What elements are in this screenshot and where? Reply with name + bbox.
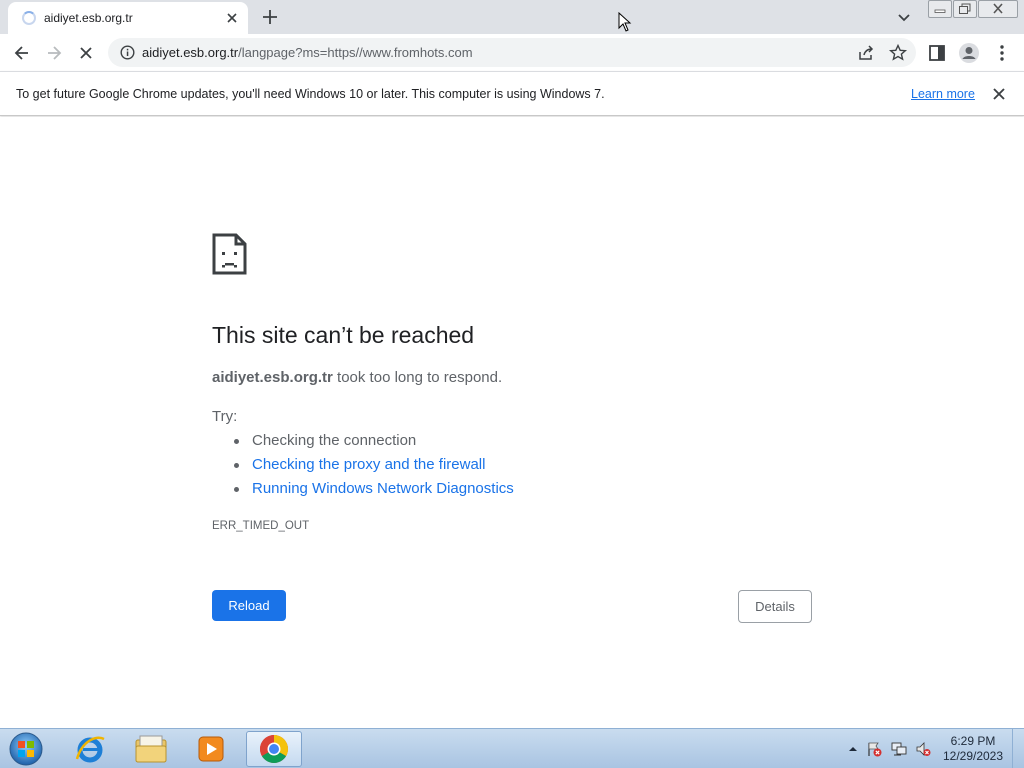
chrome-icon bbox=[260, 735, 288, 763]
windows-taskbar: 6:29 PM 12/29/2023 bbox=[0, 728, 1024, 768]
new-tab-button[interactable] bbox=[258, 5, 282, 29]
url-host: aidiyet.esb.org.tr bbox=[142, 45, 239, 60]
show-desktop-button[interactable] bbox=[1012, 729, 1024, 768]
clock-time: 6:29 PM bbox=[950, 734, 996, 748]
network-icon[interactable] bbox=[891, 741, 907, 757]
media-player-icon bbox=[198, 736, 224, 762]
clock-date: 12/29/2023 bbox=[942, 749, 1004, 763]
bookmark-star-icon[interactable] bbox=[888, 43, 908, 63]
error-description-text: took too long to respond. bbox=[332, 369, 503, 386]
side-panel-icon[interactable] bbox=[926, 42, 948, 64]
error-page: This site can’t be reached aidiyet.esb.o… bbox=[0, 117, 1024, 728]
windows-logo-icon bbox=[9, 732, 43, 766]
system-clock[interactable]: 6:29 PM 12/29/2023 bbox=[938, 734, 1008, 764]
sad-page-icon bbox=[212, 233, 248, 280]
restore-button[interactable] bbox=[953, 0, 977, 18]
taskbar-media-player[interactable] bbox=[183, 731, 239, 767]
error-host: aidiyet.esb.org.tr bbox=[212, 369, 333, 386]
action-center-flag-icon[interactable] bbox=[866, 741, 882, 757]
tab-title: aidiyet.esb.org.tr bbox=[44, 11, 133, 25]
details-button[interactable]: Details bbox=[738, 590, 812, 623]
error-code: ERR_TIMED_OUT bbox=[212, 520, 310, 532]
url-path: /langpage?ms=https//www.fromhots.com bbox=[238, 45, 473, 60]
taskbar-chrome[interactable] bbox=[246, 731, 302, 767]
tab-close-icon[interactable] bbox=[222, 8, 242, 28]
volume-muted-icon[interactable] bbox=[915, 741, 931, 757]
forward-arrow-icon bbox=[48, 46, 62, 60]
learn-more-link[interactable]: Learn more bbox=[911, 87, 975, 101]
tab-search-chevron-down-icon[interactable] bbox=[893, 6, 915, 28]
try-label: Try: bbox=[212, 408, 238, 425]
show-hidden-icons-icon[interactable] bbox=[845, 741, 861, 757]
url-text[interactable]: aidiyet.esb.org.tr/langpage?ms=https//ww… bbox=[142, 45, 473, 60]
suggestion-check-connection: Checking the connection bbox=[232, 432, 514, 456]
browser-toolbar: aidiyet.esb.org.tr/langpage?ms=https//ww… bbox=[0, 34, 1024, 71]
forward-button[interactable] bbox=[41, 40, 67, 66]
back-arrow-icon bbox=[14, 46, 28, 60]
address-bar[interactable]: aidiyet.esb.org.tr/langpage?ms=https//ww… bbox=[108, 38, 916, 67]
internet-explorer-icon bbox=[75, 736, 105, 763]
suggestion-check-proxy-link[interactable]: Checking the proxy and the firewall bbox=[232, 456, 514, 480]
suggestion-network-diagnostics-link[interactable]: Running Windows Network Diagnostics bbox=[232, 480, 514, 504]
update-infobar: To get future Google Chrome updates, you… bbox=[0, 71, 1024, 116]
site-info-icon[interactable] bbox=[120, 45, 135, 60]
reload-button[interactable]: Reload bbox=[212, 590, 286, 621]
browser-tab[interactable]: aidiyet.esb.org.tr bbox=[8, 2, 248, 34]
stop-loading-button[interactable] bbox=[73, 40, 99, 66]
minimize-button[interactable] bbox=[928, 0, 952, 18]
menu-kebab-icon[interactable] bbox=[991, 42, 1013, 64]
infobar-close-icon[interactable] bbox=[990, 85, 1008, 103]
folder-icon bbox=[135, 735, 167, 763]
back-button[interactable] bbox=[9, 40, 35, 66]
stop-x-icon bbox=[80, 47, 92, 59]
taskbar-file-explorer[interactable] bbox=[123, 731, 179, 767]
error-description: aidiyet.esb.org.tr took too long to resp… bbox=[212, 369, 502, 386]
tab-strip: aidiyet.esb.org.tr bbox=[0, 0, 1024, 34]
screen: aidiyet.esb.org.tr aidiyet.esb.org.tr/la… bbox=[0, 0, 1024, 768]
profile-avatar-icon[interactable] bbox=[958, 42, 980, 64]
close-window-button[interactable] bbox=[978, 0, 1018, 18]
suggestions-list: Checking the connection Checking the pro… bbox=[232, 432, 514, 504]
taskbar-internet-explorer[interactable] bbox=[62, 731, 118, 767]
infobar-message: To get future Google Chrome updates, you… bbox=[16, 87, 605, 101]
error-title: This site can’t be reached bbox=[212, 322, 475, 348]
start-button[interactable] bbox=[6, 731, 46, 767]
loading-spinner-icon bbox=[22, 11, 36, 25]
share-icon[interactable] bbox=[856, 43, 876, 63]
